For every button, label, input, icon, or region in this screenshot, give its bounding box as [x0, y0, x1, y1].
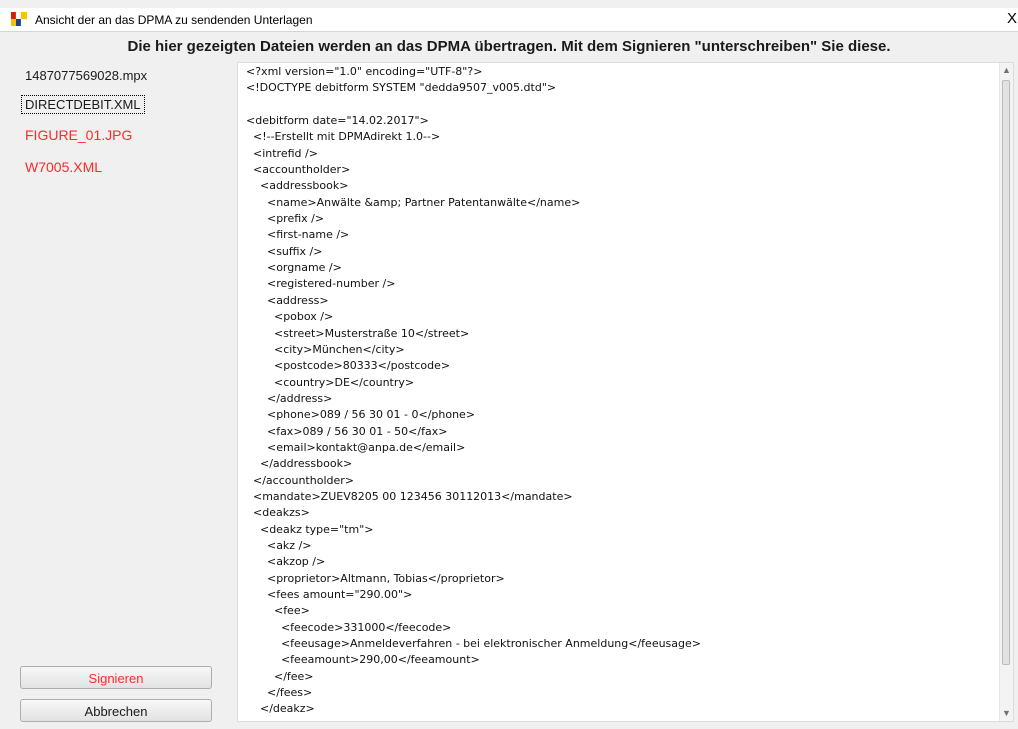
xml-line: <postcode>80333</postcode> — [246, 359, 451, 373]
xml-line: <email>kontakt@anpa.de</email> — [246, 440, 466, 454]
xml-line: <?xml version="1.0" encoding="UTF-8"?> — [246, 65, 483, 78]
xml-line: <city>München</city> — [246, 342, 405, 356]
file-item-mpx[interactable]: 1487077569028.mpx — [25, 68, 147, 83]
xml-content: <?xml version="1.0" encoding="UTF-8"?> <!… — [246, 64, 701, 718]
xml-line: <deakzs> — [246, 506, 310, 520]
scroll-down-arrow-icon[interactable]: ▼ — [1000, 707, 1013, 720]
xml-line: <proprietor>Altmann, Tobias</proprietor> — [246, 571, 505, 585]
xml-line: <suffix /> — [246, 244, 323, 258]
xml-line: <addressbook> — [246, 179, 349, 193]
window-title: Ansicht der an das DPMA zu sendenden Unt… — [35, 13, 313, 27]
scroll-thumb[interactable] — [1002, 80, 1010, 665]
xml-line: <first-name /> — [246, 228, 350, 242]
xml-line: </accountholder> — [246, 473, 354, 487]
header-instruction: Die hier gezeigten Dateien werden an das… — [127, 38, 891, 55]
file-item-w7005[interactable]: W7005.XML — [25, 159, 102, 175]
xml-line: <feecode>331000</feecode> — [246, 620, 452, 634]
vertical-scrollbar[interactable]: ▲ ▼ — [999, 63, 1013, 721]
close-button[interactable]: X — [1006, 10, 1018, 28]
xml-line: </fee> — [246, 669, 314, 683]
xml-line: <fee> — [246, 604, 310, 618]
xml-line: <intrefid /> — [246, 146, 318, 160]
xml-line: <mandate>ZUEV8205 00 123456 30112013</ma… — [246, 489, 573, 503]
xml-line: <registered-number /> — [246, 277, 396, 291]
xml-line: <!DOCTYPE debitform SYSTEM "dedda9507_v0… — [246, 81, 557, 95]
file-item-figure[interactable]: FIGURE_01.JPG — [25, 127, 132, 143]
xml-line: <fees amount="290.00"> — [246, 588, 413, 601]
xml-line: <deakz type="tm"> — [246, 522, 374, 536]
sign-button[interactable]: Signieren — [20, 666, 212, 689]
xml-line: <!--Erstellt mit DPMAdirekt 1.0--> — [246, 130, 441, 144]
xml-line: <country>DE</country> — [246, 375, 415, 389]
xml-line: <fax>089 / 56 30 01 - 50</fax> — [246, 424, 448, 438]
dpma-app-icon — [11, 12, 27, 26]
xml-line: <prefix /> — [246, 212, 325, 226]
xml-line: <street>Musterstraße 10</street> — [246, 326, 470, 340]
xml-line: <feeamount>290,00</feeamount> — [246, 653, 480, 667]
xml-line: </deakz> — [246, 702, 315, 716]
xml-line: <feeusage>Anmeldeverfahren - bei elektro… — [246, 637, 701, 651]
xml-line: <pobox /> — [246, 310, 334, 324]
xml-line: <accountholder> — [246, 163, 351, 177]
xml-line: </fees> — [246, 686, 313, 700]
xml-line: <address> — [246, 293, 329, 307]
xml-line: <akz /> — [246, 538, 312, 552]
xml-line — [246, 97, 701, 113]
xml-line: <akzop /> — [246, 555, 326, 569]
scroll-up-arrow-icon[interactable]: ▲ — [1000, 64, 1013, 77]
xml-line: <orgname /> — [246, 261, 342, 275]
file-item-directdebit[interactable]: DIRECTDEBIT.XML — [21, 95, 145, 114]
xml-line: <phone>089 / 56 30 01 - 0</phone> — [246, 408, 476, 422]
xml-line: <debitform date="14.02.2017"> — [246, 114, 429, 128]
xml-line: </addressbook> — [246, 457, 353, 471]
xml-preview-panel[interactable]: <?xml version="1.0" encoding="UTF-8"?> <!… — [237, 62, 1014, 722]
cancel-button[interactable]: Abbrechen — [20, 699, 212, 722]
xml-line: </address> — [246, 391, 333, 405]
title-bar: Ansicht der an das DPMA zu sendenden Unt… — [0, 8, 1018, 32]
xml-line: <name>Anwälte &amp; Partner Patentanwält… — [246, 195, 581, 209]
